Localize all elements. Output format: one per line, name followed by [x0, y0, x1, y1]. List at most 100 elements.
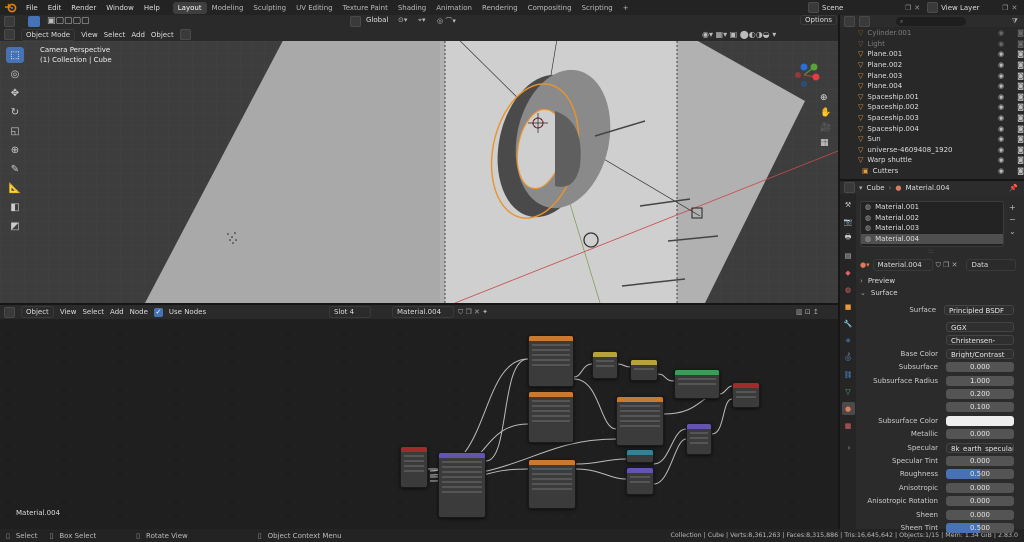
- outliner-row[interactable]: ▽ Light ◉ ◙: [840, 39, 1024, 50]
- editor-type-icon[interactable]: [4, 29, 15, 40]
- select-mode-icon[interactable]: [28, 16, 40, 27]
- node-menu-node[interactable]: Node: [130, 308, 148, 316]
- annotate-tool-icon[interactable]: ✎: [6, 161, 24, 177]
- visibility-eye-icon[interactable]: ◉: [998, 93, 1004, 101]
- pivot-icon[interactable]: ⊙▾: [398, 16, 407, 24]
- remove-slot-button[interactable]: −: [1009, 215, 1016, 224]
- extra-tool-icon[interactable]: ◩: [6, 218, 24, 234]
- workspace-tab-rendering[interactable]: Rendering: [477, 2, 523, 14]
- add-workspace-button[interactable]: +: [618, 2, 634, 14]
- render-camera-icon[interactable]: ◙: [1017, 103, 1024, 111]
- menu-select[interactable]: Select: [104, 31, 126, 39]
- render-camera-icon[interactable]: ◙: [1017, 61, 1024, 69]
- render-camera-icon[interactable]: ◙: [1017, 72, 1024, 80]
- pan-hand-icon[interactable]: ✋: [820, 108, 831, 118]
- view-layer-tab-icon[interactable]: ▤: [842, 249, 855, 262]
- object-type-visibility-icon[interactable]: [179, 29, 191, 40]
- workspace-tab-uv-editing[interactable]: UV Editing: [291, 2, 338, 14]
- selection-modes-icons[interactable]: ▣▢▢▢▢: [47, 16, 90, 26]
- node-editor-type-icon[interactable]: [4, 306, 15, 318]
- output-tab-icon[interactable]: 🖶: [842, 232, 855, 245]
- material-actions-icon[interactable]: ⛉ ❐ ✕: [936, 261, 958, 270]
- node-texture-coordinate[interactable]: [400, 446, 428, 488]
- editor-type-icon[interactable]: [4, 16, 15, 27]
- workspace-tab-compositing[interactable]: Compositing: [523, 2, 577, 14]
- cursor-tool-icon[interactable]: ◎: [6, 66, 24, 82]
- render-camera-icon[interactable]: ◙: [1017, 125, 1024, 133]
- mode-select[interactable]: Object Mode: [21, 28, 76, 41]
- distribution-select[interactable]: GGX: [946, 322, 1014, 333]
- node-math-1[interactable]: [626, 449, 654, 463]
- remove-scene-icon[interactable]: ✕: [914, 4, 920, 12]
- render-camera-icon[interactable]: ◙: [1017, 82, 1024, 90]
- material-name-field[interactable]: Material.004: [872, 259, 933, 271]
- zoom-icon[interactable]: ⊕: [820, 93, 831, 103]
- render-camera-icon[interactable]: ◙: [1017, 50, 1024, 58]
- visibility-eye-icon[interactable]: ◉: [998, 103, 1004, 111]
- outliner-row[interactable]: ▣ Cutters ◉ ◙: [840, 166, 1024, 177]
- tool-tab-icon[interactable]: ⚒: [842, 198, 855, 211]
- outliner-row[interactable]: ▽ Spaceship.003 ◉ ◙: [840, 113, 1024, 124]
- render-camera-icon[interactable]: ◙: [1017, 146, 1024, 154]
- outliner-row[interactable]: ▽ Plane.002 ◉ ◙: [840, 60, 1024, 71]
- snap-icon[interactable]: ⌖▾: [418, 16, 425, 25]
- render-camera-icon[interactable]: ◙: [1017, 40, 1024, 48]
- property-field[interactable]: 0.000: [946, 509, 1014, 520]
- surface-shader-select[interactable]: Principled BSDF: [944, 304, 1014, 315]
- outliner-row[interactable]: ▽ Plane.003 ◉ ◙: [840, 70, 1024, 81]
- slot-select[interactable]: Slot 4: [329, 306, 371, 318]
- visibility-eye-icon[interactable]: ◉: [998, 167, 1004, 175]
- menu-view[interactable]: View: [81, 31, 98, 39]
- select-box-tool-icon[interactable]: ⬚: [6, 47, 24, 63]
- material-link-select[interactable]: Data: [966, 259, 1017, 271]
- outliner-search-input[interactable]: ⌕: [896, 16, 966, 26]
- color-swatch[interactable]: [946, 415, 1014, 426]
- new-scene-icon[interactable]: ❐: [905, 4, 911, 12]
- viewport-gizmo-toggles-icon[interactable]: ◉▾ ▦▾ ▣ ⬤◐◑◒ ▾: [702, 30, 776, 39]
- node-material-output[interactable]: [732, 382, 760, 408]
- scene-tab-icon[interactable]: ◆: [842, 266, 855, 279]
- visibility-eye-icon[interactable]: ◉: [998, 61, 1004, 69]
- visibility-eye-icon[interactable]: ◉: [998, 114, 1004, 122]
- node-normal-map[interactable]: [686, 423, 712, 455]
- workspace-tab-scripting[interactable]: Scripting: [577, 2, 618, 14]
- node-bump[interactable]: [626, 467, 654, 495]
- workspace-tab-animation[interactable]: Animation: [431, 2, 477, 14]
- property-link-field[interactable]: Bright/Contrast: [946, 348, 1014, 359]
- material-slot-item[interactable]: ◍ Material.002: [861, 213, 1003, 224]
- visibility-eye-icon[interactable]: ◉: [998, 40, 1004, 48]
- material-slot-item[interactable]: ◍ Material.001: [861, 202, 1003, 213]
- scale-tool-icon[interactable]: ◱: [6, 123, 24, 139]
- display-mode-icon[interactable]: [859, 15, 870, 27]
- scene-name[interactable]: Scene: [822, 4, 902, 12]
- property-field[interactable]: 0.200: [946, 389, 1014, 400]
- properties-editor-icon[interactable]: [844, 182, 855, 193]
- visibility-eye-icon[interactable]: ◉: [998, 29, 1004, 37]
- property-slider[interactable]: 0.500: [946, 469, 1014, 480]
- visibility-eye-icon[interactable]: ◉: [998, 72, 1004, 80]
- visibility-eye-icon[interactable]: ◉: [998, 50, 1004, 58]
- visibility-eye-icon[interactable]: ◉: [998, 125, 1004, 133]
- remove-view-layer-icon[interactable]: ✕: [1011, 4, 1017, 12]
- render-camera-icon[interactable]: ◙: [1017, 167, 1024, 175]
- outliner-row[interactable]: ▽ Sun ◉ ◙: [840, 134, 1024, 145]
- preview-panel[interactable]: › Preview: [860, 275, 1024, 287]
- viewport-3d[interactable]: Camera Perspective (1) Collection | Cube…: [0, 41, 838, 303]
- outliner-editor-icon[interactable]: [844, 15, 855, 27]
- render-camera-icon[interactable]: ◙: [1017, 93, 1024, 101]
- node-principled-bsdf[interactable]: [674, 369, 720, 399]
- surface-panel[interactable]: ⌄ Surface: [860, 287, 1024, 299]
- material-slots-list[interactable]: ◍ Material.001 ◍ Material.002 ◍ Material.003 ◍…: [860, 201, 1004, 247]
- workspace-tab-texture-paint[interactable]: Texture Paint: [338, 2, 393, 14]
- use-nodes-checkbox[interactable]: ✓: [153, 307, 163, 317]
- expand-arrow-icon[interactable]: ›: [840, 444, 858, 452]
- material-slot-item[interactable]: ◍ Material.004: [861, 233, 1003, 244]
- visibility-eye-icon[interactable]: ◉: [998, 156, 1004, 164]
- slot-specials-button[interactable]: ⌄: [1009, 227, 1016, 236]
- render-camera-icon[interactable]: ◙: [1017, 29, 1024, 37]
- visibility-eye-icon[interactable]: ◉: [998, 82, 1004, 90]
- render-camera-icon[interactable]: ◙: [1017, 156, 1024, 164]
- node-mapping[interactable]: [438, 452, 486, 518]
- add-cube-tool-icon[interactable]: ◧: [6, 199, 24, 215]
- workspace-tab-sculpting[interactable]: Sculpting: [248, 2, 291, 14]
